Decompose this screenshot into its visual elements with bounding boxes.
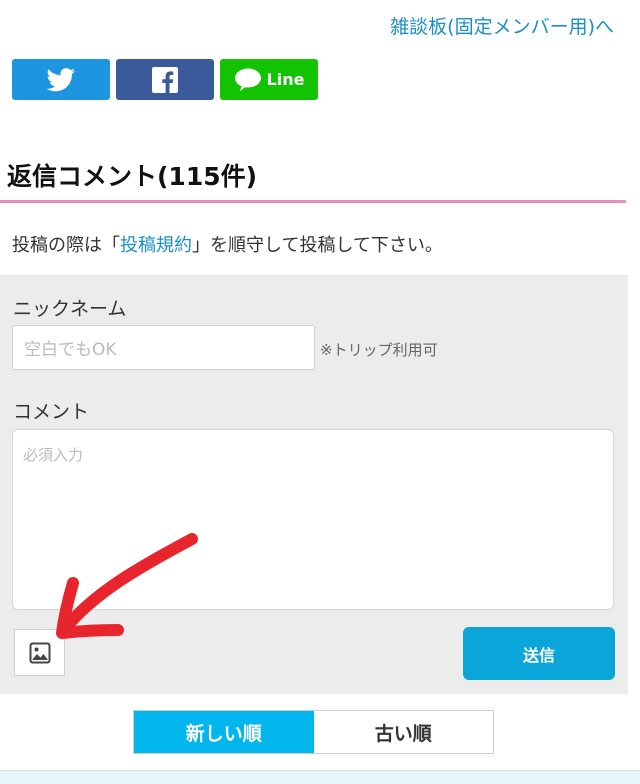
submit-button[interactable]: 送信 xyxy=(463,627,615,680)
attach-image-button[interactable] xyxy=(14,629,65,676)
comment-placeholder: 必須入力 xyxy=(23,446,84,464)
comments-title: 返信コメント(115件) xyxy=(7,162,258,191)
comment-textarea[interactable]: 必須入力 xyxy=(12,429,614,610)
twitter-bird-icon xyxy=(46,67,75,91)
line-speech-bubble-icon xyxy=(234,68,261,91)
trip-note: ※トリップ利用可 xyxy=(320,341,438,359)
line-share-label: Line xyxy=(266,70,305,89)
comment-label: コメント xyxy=(13,401,90,423)
image-icon xyxy=(29,642,50,663)
nickname-label: ニックネーム xyxy=(13,298,127,320)
sort-newest-tab[interactable]: 新しい順 xyxy=(134,711,314,753)
board-link[interactable]: 雑談板(固定メンバー用)へ xyxy=(390,12,614,39)
comment-list-top xyxy=(0,770,640,784)
facebook-icon xyxy=(152,66,178,93)
nickname-input[interactable]: 空白でもOK xyxy=(12,325,315,370)
sort-tabs: 新しい順 古い順 xyxy=(133,710,494,754)
terms-link[interactable]: 投稿規約 xyxy=(120,235,192,256)
line-share-button[interactable]: Line xyxy=(220,59,318,100)
sort-oldest-tab[interactable]: 古い順 xyxy=(313,711,493,753)
facebook-share-button[interactable] xyxy=(116,59,214,100)
nickname-placeholder: 空白でもOK xyxy=(24,340,117,360)
posting-notice: 投稿の際は「投稿規約」を順守して投稿して下さい。 xyxy=(12,231,443,257)
twitter-share-button[interactable] xyxy=(12,59,110,100)
share-buttons: Line xyxy=(12,59,318,100)
notice-prefix: 投稿の際は「 xyxy=(12,235,120,256)
title-divider xyxy=(0,200,626,203)
notice-suffix: 」を順守して投稿して下さい。 xyxy=(192,235,443,256)
